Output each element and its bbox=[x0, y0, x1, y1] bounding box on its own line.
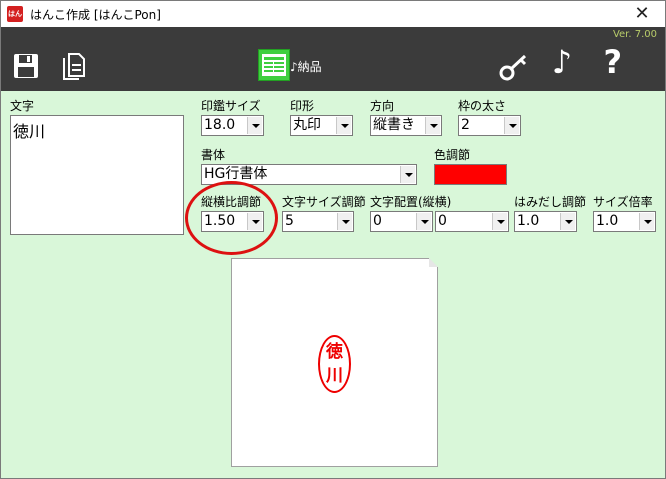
chevron-down-icon bbox=[639, 213, 654, 230]
stamp-preview: 徳 川 bbox=[318, 335, 351, 393]
chevron-down-icon bbox=[416, 213, 431, 230]
toolbar: Ver. 7.00 ♪納品 ♪ ? bbox=[1, 27, 665, 91]
chevron-down-icon bbox=[400, 166, 415, 183]
window-title: はんこ作成 [はんこPon] bbox=[30, 8, 161, 22]
text-label: 文字 bbox=[10, 99, 35, 113]
chevron-down-icon bbox=[337, 213, 352, 230]
print-size-select[interactable]: 18.0 bbox=[201, 115, 264, 136]
text-input[interactable]: 徳川 bbox=[10, 115, 184, 235]
nouhin-icon bbox=[258, 49, 290, 81]
nouhin-label: ♪納品 bbox=[290, 60, 322, 74]
char-size-label: 文字サイズ調節 bbox=[282, 195, 366, 209]
close-button[interactable]: ✕ bbox=[619, 1, 665, 27]
highlight-circle bbox=[185, 181, 278, 255]
placement-vertical-select[interactable]: 0 bbox=[370, 211, 433, 232]
save-icon[interactable] bbox=[13, 53, 39, 79]
app-window: はん はんこ作成 [はんこPon] ✕ Ver. 7.00 ♪納品 ♪ ? 文字… bbox=[0, 0, 666, 479]
shape-label: 印形 bbox=[290, 99, 315, 113]
settings-panel: 文字 徳川 印鑑サイズ 18.0 印形 丸印 方向 縦書き 枠の太さ 2 書体 … bbox=[1, 91, 665, 243]
stamp-char-2: 川 bbox=[326, 366, 343, 386]
chevron-down-icon bbox=[425, 117, 440, 134]
music-icon[interactable]: ♪ bbox=[552, 46, 572, 78]
shape-select[interactable]: 丸印 bbox=[290, 115, 353, 136]
chevron-down-icon bbox=[560, 213, 575, 230]
chevron-down-icon bbox=[504, 117, 519, 134]
title-bar: はん はんこ作成 [はんこPon] ✕ bbox=[1, 1, 665, 27]
direction-label: 方向 bbox=[370, 99, 395, 113]
color-swatch[interactable] bbox=[434, 164, 507, 185]
char-size-select[interactable]: 5 bbox=[282, 211, 354, 232]
color-label: 色調節 bbox=[434, 148, 471, 162]
direction-select[interactable]: 縦書き bbox=[370, 115, 442, 136]
document-icon[interactable] bbox=[61, 52, 87, 80]
chevron-down-icon bbox=[336, 117, 351, 134]
size-scale-label: サイズ倍率 bbox=[593, 195, 653, 209]
help-icon[interactable]: ? bbox=[603, 45, 622, 79]
version-label: Ver. 7.00 bbox=[612, 29, 657, 40]
frame-width-select[interactable]: 2 bbox=[458, 115, 521, 136]
overflow-label: はみだし調節 bbox=[514, 195, 587, 209]
size-scale-select[interactable]: 1.0 bbox=[593, 211, 656, 232]
placement-horizontal-select[interactable]: 0 bbox=[435, 211, 509, 232]
preview-paper: 徳 川 bbox=[231, 258, 438, 467]
print-size-label: 印鑑サイズ bbox=[201, 99, 261, 113]
chevron-down-icon bbox=[247, 117, 262, 134]
key-icon[interactable] bbox=[499, 53, 529, 81]
frame-width-label: 枠の太さ bbox=[458, 99, 507, 113]
stamp-char-1: 徳 bbox=[326, 342, 343, 362]
chevron-down-icon bbox=[492, 213, 507, 230]
preview-area: 徳 川 bbox=[1, 243, 665, 478]
font-label: 書体 bbox=[201, 148, 226, 162]
app-icon: はん bbox=[7, 6, 23, 22]
placement-label: 文字配置(縦横) bbox=[370, 195, 452, 209]
overflow-select[interactable]: 1.0 bbox=[514, 211, 577, 232]
paper-fold bbox=[429, 258, 438, 267]
